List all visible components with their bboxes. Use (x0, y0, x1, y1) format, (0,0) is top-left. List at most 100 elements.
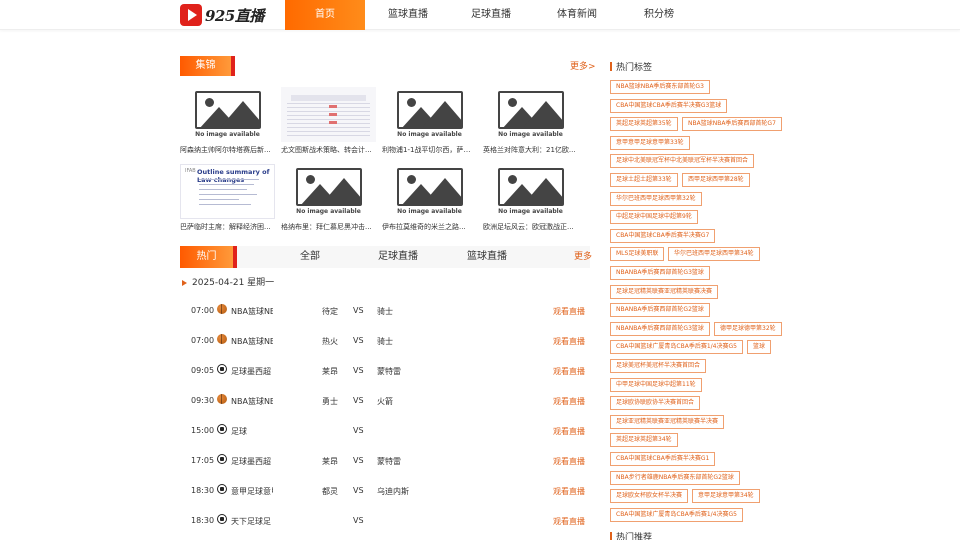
gallery-placeholder: No image available (180, 87, 275, 142)
hot-tag[interactable]: CBA中国篮球CBA季后赛半决赛G7 (610, 228, 716, 243)
watch-live-link[interactable]: 观看直播 (553, 486, 585, 497)
soccer-ball-icon (217, 364, 227, 374)
hot-tag[interactable]: NBA篮球NBA季后赛西部首轮G7 (682, 117, 782, 132)
match-league: 足球 (231, 427, 247, 436)
gallery-caption[interactable]: 利物浦1-1战平切尔西，萨拉... (382, 145, 477, 155)
gallery-item[interactable]: No image available 格纳布里：拜仁慕尼黑冲击... (281, 164, 376, 232)
nav-item-1[interactable]: 篮球直播 (365, 0, 451, 30)
tab-2[interactable]: 足球直播 (368, 246, 428, 268)
gallery-table-image (281, 87, 376, 142)
gallery-placeholder: No image available (483, 164, 578, 219)
watch-live-link[interactable]: 观看直播 (553, 306, 585, 317)
hot-tag[interactable]: 英超足球英超第34轮 (610, 433, 678, 448)
sun-shape (204, 98, 214, 107)
match-row: 18:30 天下足球足 VS 观看直播 (180, 510, 590, 532)
nav-item-4[interactable]: 积分榜 (623, 0, 695, 30)
hot-tag[interactable]: 足球美冠杯美冠杯半决赛首回合 (610, 359, 707, 373)
gallery-caption[interactable]: 格纳布里：拜仁慕尼黑冲击... (281, 222, 376, 232)
match-time: 18:30 (191, 486, 215, 495)
hot-tag[interactable]: CBA中国篮球广厦青岛CBA季后赛1/4决赛G5 (610, 340, 743, 355)
match-vs: VS (353, 336, 364, 345)
hot-tag[interactable]: 西甲足球西甲第28轮 (682, 173, 750, 187)
hot-tag[interactable]: 足球欧女杯欧女杯半决赛 (610, 489, 689, 504)
hot-tag[interactable]: 华尔巴班西甲足球西甲第34轮 (668, 247, 760, 262)
match-league: 足球墨西超 (231, 457, 271, 466)
nav-item-3[interactable]: 体育新闻 (531, 0, 623, 30)
gallery-item[interactable]: No image available 利物浦1-1战平切尔西，萨拉... (382, 87, 477, 155)
hot-tag[interactable]: NBA篮球NBA季后赛东部首轮G3 (610, 80, 710, 94)
hot-tag[interactable]: 华尔巴班西甲足球西甲第32轮 (610, 191, 702, 206)
hot-tag[interactable]: NBANBA季后赛西部首轮G3篮球 (610, 321, 710, 336)
nav-item-2[interactable]: 足球直播 (451, 0, 531, 30)
watch-live-link[interactable]: 观看直播 (553, 336, 585, 347)
tab-0[interactable]: 热门 (180, 246, 237, 268)
match-away-team: 骑士 (377, 337, 393, 346)
match-time: 15:00 (191, 426, 215, 435)
match-away-team: 乌迪内斯 (377, 487, 409, 496)
hot-tag[interactable]: 德甲足球德甲第32轮 (714, 321, 782, 336)
tab-1[interactable]: 全部 (282, 246, 338, 268)
top-header: 925直播 首页 篮球直播 足球直播 体育新闻 积分榜 (0, 0, 960, 30)
hot-tag[interactable]: NBANBA季后赛西部首轮G2篮球 (610, 303, 710, 318)
schedule-tabs: 热门 全部 足球直播 篮球直播 (180, 246, 590, 268)
watch-live-link[interactable]: 观看直播 (553, 366, 585, 377)
gallery-caption[interactable]: 尤文图斯战术策略、转会计... (281, 145, 376, 155)
watch-live-link[interactable]: 观看直播 (553, 456, 585, 467)
hot-tag[interactable]: 中甲足球中国足球中超第11轮 (610, 377, 702, 392)
gallery-item[interactable]: 尤文图斯战术策略、转会计... (281, 87, 376, 155)
schedule-more-link[interactable]: 更多 (574, 249, 592, 262)
sun-shape (305, 175, 315, 184)
hot-tag[interactable]: 足球足冠精英联赛亚冠精英联赛决赛 (610, 284, 719, 299)
gallery-caption[interactable]: 伊布拉莫维奇的米兰之路... (382, 222, 477, 232)
hot-tag[interactable]: 足球欧协联欧协半决赛首回合 (610, 396, 701, 411)
hot-tag[interactable]: MLS足球美职联 (610, 247, 665, 262)
match-league: 足球墨西超 (231, 367, 271, 376)
gallery-caption[interactable]: 阿森纳主帅阿尔特塔赛后新... (180, 145, 275, 155)
match-time: 09:05 (191, 366, 215, 375)
match-home-team: 勇士 (322, 397, 338, 406)
site-logo[interactable]: 925直播 (180, 2, 264, 28)
hot-tag[interactable]: 意甲意甲足球意甲第33轮 (610, 135, 690, 150)
gallery-item[interactable]: No image available 欧洲足坛风云：欧冠激战正... (483, 164, 578, 232)
match-row: 09:30 NBA篮球NBA 勇士 VS 火箭 观看直播 (180, 390, 590, 412)
hot-tag[interactable]: CBA中国篮球CBA季后赛半决赛G3篮球 (610, 98, 728, 113)
watch-live-link[interactable]: 观看直播 (553, 426, 585, 437)
main-nav: 首页 篮球直播 足球直播 体育新闻 积分榜 (285, 0, 695, 30)
doc-line (199, 194, 257, 195)
tab-3[interactable]: 篮球直播 (457, 246, 517, 268)
gallery-caption[interactable]: 英格兰对阵意大利：21亿欧... (483, 145, 578, 155)
hot-tag[interactable]: 中超足球中国足球中超第9轮 (610, 210, 698, 225)
hot-tag[interactable]: CBA中国篮球广厦青岛CBA季后赛1/4决赛G5 (610, 507, 743, 522)
hot-tag[interactable]: NBA步行者雄鹿NBA季后赛东部首轮G2篮球 (610, 470, 740, 485)
hot-tag[interactable]: 足球中北美联冠军杯中北美联冠军杯半决赛首回合 (610, 154, 755, 169)
match-vs: VS (353, 426, 364, 435)
gallery-more-link[interactable]: 更多> (570, 59, 596, 72)
hot-tag[interactable]: 篮球 (747, 340, 772, 355)
placeholder-text: No image available (195, 131, 260, 138)
gallery-item[interactable]: No image available 伊布拉莫维奇的米兰之路... (382, 164, 477, 232)
sun-shape (507, 175, 517, 184)
watch-live-link[interactable]: 观看直播 (553, 396, 585, 407)
gallery-item[interactable]: IFAB Outline summary of Law changes 巴萨临时主席… (180, 164, 275, 232)
match-row: 07:00 NBA篮球NBA 热火 VS 骑士 观看直播 (180, 330, 590, 352)
hot-tag[interactable]: 足球亚冠精英联赛亚冠精英联赛半决赛 (610, 414, 725, 429)
gallery-item[interactable]: No image available 英格兰对阵意大利：21亿欧... (483, 87, 578, 155)
mountain-shape (420, 178, 461, 204)
hot-tag[interactable]: 足球土超土超第33轮 (610, 173, 678, 187)
doc-line (199, 189, 247, 190)
gallery-caption[interactable]: 巴萨临时主席：解释经济困... (180, 222, 275, 232)
hot-tag[interactable]: 英超足球英超第35轮 (610, 117, 678, 132)
hot-tag[interactable]: CBA中国篮球CBA季后赛半决赛G1 (610, 452, 716, 466)
nav-item-0[interactable]: 首页 (285, 0, 365, 30)
match-row: 18:30 意甲足球意甲 都灵 VS 乌迪内斯 观看直播 (180, 480, 590, 502)
hot-tag[interactable]: NBANBA季后赛西部首轮G3篮球 (610, 266, 710, 280)
basketball-icon (217, 394, 227, 404)
watch-live-link[interactable]: 观看直播 (553, 516, 585, 527)
match-league: NBA篮球NBA (231, 397, 273, 406)
gallery-item[interactable]: No image available 阿森纳主帅阿尔特塔赛后新... (180, 87, 275, 155)
gallery-caption[interactable]: 欧洲足坛风云：欧冠激战正... (483, 222, 578, 232)
hot-tag[interactable]: 意甲足球意甲第34轮 (692, 489, 760, 504)
gallery-placeholder: No image available (382, 87, 477, 142)
mountain-shape (218, 101, 259, 127)
logo-text: 925直播 (205, 6, 264, 25)
